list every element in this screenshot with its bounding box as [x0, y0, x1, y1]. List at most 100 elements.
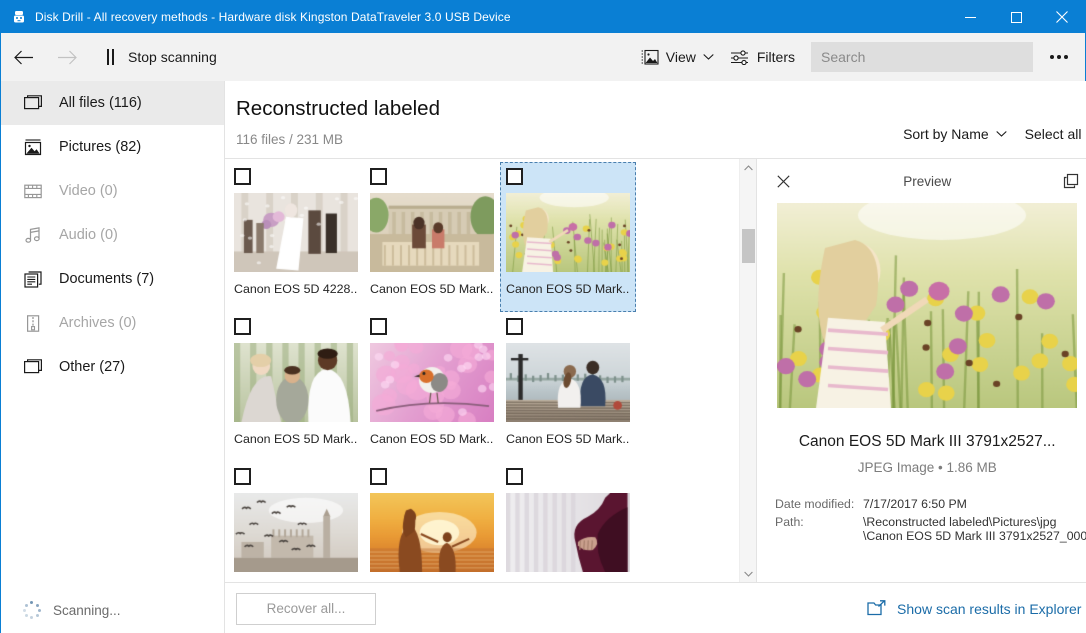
search-placeholder: Search [821, 49, 865, 65]
path-line-1: \Reconstructed labeled\Pictures\jpg [863, 515, 1086, 529]
preview-file-name: Canon EOS 5D Mark III 3791x2527... [757, 433, 1086, 451]
grid-scrollbar[interactable] [739, 159, 756, 582]
file-tile[interactable] [500, 462, 636, 582]
file-checkbox[interactable] [370, 168, 387, 185]
file-name-label: Canon EOS 5D Mark... [506, 432, 630, 446]
file-thumbnail [506, 493, 630, 572]
scan-status: Scanning... [1, 586, 224, 633]
file-name-label: Canon EOS 5D Mark... [234, 432, 358, 446]
file-checkbox[interactable] [506, 168, 523, 185]
back-button[interactable] [1, 35, 45, 79]
bottom-bar: Recover all... Show scan results in Expl… [225, 582, 1086, 633]
file-name-label: Canon EOS 5D 4228... [234, 282, 358, 296]
path-value: \Reconstructed labeled\Pictures\jpg \Can… [863, 515, 1086, 543]
close-button[interactable] [1039, 1, 1085, 33]
path-label: Path: [775, 515, 863, 543]
chevron-down-icon [744, 571, 753, 577]
preview-header: Preview [757, 159, 1086, 203]
filters-button[interactable]: Filters [722, 40, 803, 74]
show-in-explorer-link[interactable]: Show scan results in Explorer [867, 600, 1081, 617]
sidebar-item-label: All files (116) [59, 95, 142, 111]
music-note-icon [23, 225, 43, 245]
sidebar-item-all-files[interactable]: All files (116) [1, 81, 224, 125]
toolbar-right: View Filters Search [633, 33, 1079, 81]
sort-by-button[interactable]: Sort by Name [903, 126, 1007, 142]
file-grid: Canon EOS 5D 4228... Canon EOS 5D Mark...… [228, 162, 756, 582]
sidebar-item-label: Audio (0) [59, 227, 118, 243]
file-checkbox[interactable] [506, 318, 523, 335]
file-name-label: Canon EOS 5D Mark... [506, 282, 630, 296]
preview-popout-button[interactable] [1059, 169, 1083, 193]
file-thumbnail [506, 193, 630, 272]
sidebar-item-audio[interactable]: Audio (0) [1, 213, 224, 257]
file-tile[interactable]: Canon EOS 5D Mark... [500, 312, 636, 462]
file-thumbnail [506, 343, 630, 422]
file-checkbox[interactable] [234, 318, 251, 335]
close-icon [777, 175, 790, 188]
scroll-up-button[interactable] [740, 159, 756, 176]
select-all-button[interactable]: Select all [1025, 126, 1082, 142]
sidebar-item-documents[interactable]: Documents (7) [1, 257, 224, 301]
more-options-button[interactable] [1039, 35, 1079, 79]
file-thumbnail-canvas [234, 193, 358, 272]
preview-details: Date modified: 7/17/2017 6:50 PM Path: \… [757, 497, 1086, 543]
chevron-down-icon [996, 130, 1007, 138]
minimize-button[interactable] [947, 1, 993, 33]
preview-close-button[interactable] [771, 169, 795, 193]
chevron-up-icon [744, 165, 753, 171]
file-checkbox[interactable] [234, 468, 251, 485]
sidebar: All files (116) Pictures (82) Video (0) … [1, 81, 225, 633]
file-thumbnail [234, 493, 358, 572]
preview-path-row: Path: \Reconstructed labeled\Pictures\jp… [775, 515, 1086, 543]
toolbar-left: Stop scanning [1, 35, 217, 79]
filters-label: Filters [757, 49, 795, 65]
sidebar-item-label: Other (27) [59, 359, 125, 375]
recover-all-button[interactable]: Recover all... [236, 593, 376, 625]
file-thumbnail [370, 193, 494, 272]
file-thumbnail-canvas [234, 343, 358, 422]
file-checkbox[interactable] [370, 468, 387, 485]
maximize-button[interactable] [993, 1, 1039, 33]
folder-icon [23, 93, 43, 113]
picture-icon [23, 137, 43, 157]
documents-icon [23, 269, 43, 289]
main-panel: Reconstructed labeled 116 files / 231 MB… [225, 81, 1086, 633]
scrollbar-thumb[interactable] [742, 229, 755, 263]
file-checkbox[interactable] [234, 168, 251, 185]
disk-drill-icon [11, 9, 27, 25]
ellipsis-icon [1050, 55, 1054, 59]
file-tile[interactable]: Canon EOS 5D Mark... [500, 162, 636, 312]
file-tile[interactable]: Canon EOS 5D Mark... [364, 312, 500, 462]
file-checkbox[interactable] [370, 318, 387, 335]
file-tile[interactable]: Canon EOS 5D Mark... [228, 312, 364, 462]
search-input[interactable]: Search [811, 42, 1033, 72]
sidebar-item-other[interactable]: Other (27) [1, 345, 224, 389]
stop-scanning-button[interactable]: Stop scanning [107, 49, 217, 65]
view-button[interactable]: View [633, 40, 722, 74]
file-tile[interactable] [364, 462, 500, 582]
sort-by-label: Sort by Name [903, 126, 989, 142]
window-title: Disk Drill - All recovery methods - Hard… [35, 10, 511, 24]
sidebar-item-pictures[interactable]: Pictures (82) [1, 125, 224, 169]
content-split: Canon EOS 5D 4228... Canon EOS 5D Mark...… [225, 158, 1086, 582]
file-tile[interactable]: Canon EOS 5D Mark... [364, 162, 500, 312]
file-grid-scroll[interactable]: Canon EOS 5D 4228... Canon EOS 5D Mark...… [225, 159, 756, 582]
pause-icon [107, 49, 114, 65]
forward-button[interactable] [45, 35, 89, 79]
file-thumbnail [234, 193, 358, 272]
preview-title: Preview [757, 174, 1086, 189]
open-in-new-window-icon [1063, 173, 1079, 189]
file-tile[interactable] [228, 462, 364, 582]
file-tile[interactable]: Canon EOS 5D 4228... [228, 162, 364, 312]
scroll-down-button[interactable] [740, 565, 756, 582]
forward-arrow-icon [57, 49, 78, 66]
sidebar-item-archives[interactable]: Archives (0) [1, 301, 224, 345]
file-thumbnail-canvas [370, 493, 494, 572]
sliders-icon [730, 49, 750, 65]
file-thumbnail-canvas [234, 493, 358, 572]
sidebar-item-label: Archives (0) [59, 315, 136, 331]
minimize-icon [965, 12, 976, 23]
view-list-image-icon [641, 49, 659, 66]
sidebar-item-video[interactable]: Video (0) [1, 169, 224, 213]
file-checkbox[interactable] [506, 468, 523, 485]
